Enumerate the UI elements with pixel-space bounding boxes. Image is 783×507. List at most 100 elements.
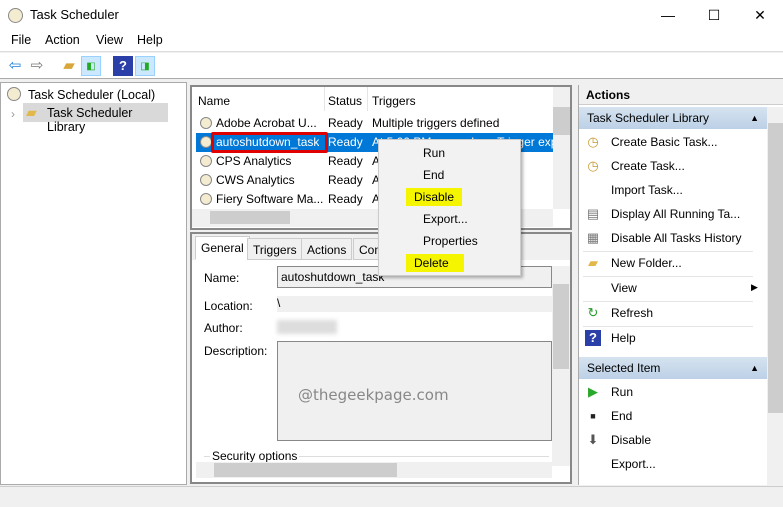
menu-action[interactable]: Action — [45, 33, 80, 47]
action-disable[interactable]: Disable — [611, 429, 651, 451]
tab-triggers[interactable]: Triggers — [247, 238, 303, 260]
section-selected-item[interactable]: Selected Item ▲ — [579, 357, 767, 379]
collapse-icon[interactable]: ▲ — [750, 107, 759, 129]
author-label: Author: — [204, 321, 243, 335]
task-name: Adobe Acrobat U... — [216, 116, 317, 130]
menu-help[interactable]: Help — [137, 33, 163, 47]
maximize-button[interactable]: ☐ — [691, 0, 737, 30]
action-export[interactable]: Export... — [611, 453, 656, 475]
clock-icon — [7, 87, 21, 101]
menu-view[interactable]: View — [96, 33, 123, 47]
expand-chevron-icon[interactable]: › — [11, 107, 15, 121]
actions-header: Actions — [579, 85, 783, 105]
horizontal-scrollbar[interactable] — [196, 462, 552, 478]
action-create-basic-task[interactable]: Create Basic Task... — [611, 131, 718, 153]
folder-clock-icon: ▰ — [26, 104, 37, 120]
context-delete[interactable]: Delete — [406, 254, 464, 272]
context-run[interactable]: Run — [415, 144, 453, 162]
section-task-scheduler-library[interactable]: Task Scheduler Library ▲ — [579, 107, 767, 129]
help-icon: ? — [585, 330, 601, 346]
vertical-scrollbar[interactable] — [767, 107, 783, 485]
task-status: Ready — [328, 116, 363, 130]
folder-icon: ▰ — [588, 255, 598, 270]
back-arrow-icon[interactable]: ⇦ — [5, 56, 25, 76]
action-end[interactable]: End — [611, 405, 632, 427]
task-clock-icon — [200, 117, 212, 129]
history-icon: ▦ — [586, 230, 600, 245]
running-tasks-icon: ▤ — [586, 206, 600, 221]
window-title: Task Scheduler — [30, 7, 119, 22]
divider — [583, 276, 753, 277]
column-status[interactable]: Status — [328, 94, 362, 108]
divider — [583, 326, 753, 327]
action-import-task[interactable]: Import Task... — [611, 179, 683, 201]
column-divider[interactable] — [324, 87, 325, 111]
column-triggers[interactable]: Triggers — [372, 94, 416, 108]
context-properties[interactable]: Properties — [415, 232, 486, 250]
description-field[interactable]: @thegeekpage.com — [277, 341, 552, 441]
description-label: Description: — [204, 344, 268, 358]
red-callout-box — [211, 132, 328, 153]
tree-item-library[interactable]: ▰ Task Scheduler Library — [23, 103, 168, 134]
tab-general[interactable]: General — [195, 236, 250, 260]
end-icon: ■ — [590, 411, 596, 421]
submenu-arrow-icon: ▶ — [751, 282, 758, 292]
action-view[interactable]: View — [611, 277, 637, 299]
section-title: Task Scheduler Library — [587, 111, 710, 125]
task-status: Ready — [328, 135, 363, 149]
task-status: Ready — [328, 173, 363, 187]
actions-title: Actions — [586, 88, 631, 102]
status-bar — [0, 486, 783, 507]
action-disable-history[interactable]: Disable All Tasks History — [611, 227, 742, 249]
create-basic-task-icon: ◷ — [587, 134, 599, 149]
menu-file[interactable]: File — [11, 33, 31, 47]
title-bar: Task Scheduler — ☐ ✕ — [0, 0, 783, 30]
action-create-task[interactable]: Create Task... — [611, 155, 685, 177]
task-name: CPS Analytics — [216, 154, 292, 168]
folder-up-icon[interactable]: ▰ — [59, 56, 79, 76]
help-icon[interactable]: ? — [113, 56, 133, 76]
vertical-scrollbar[interactable] — [552, 266, 570, 466]
table-row[interactable]: Adobe Acrobat U... Ready Multiple trigge… — [196, 114, 554, 133]
task-clock-icon — [200, 193, 212, 205]
context-end[interactable]: End — [415, 166, 452, 184]
context-export[interactable]: Export... — [415, 210, 476, 228]
show-hide-console-tree-icon[interactable]: ◧ — [81, 56, 101, 76]
scrollbar-thumb[interactable] — [210, 211, 290, 224]
scrollbar-thumb[interactable] — [553, 107, 570, 135]
task-status: Ready — [328, 154, 363, 168]
scrollbar-thumb[interactable] — [553, 284, 569, 369]
vertical-scrollbar[interactable] — [553, 87, 570, 209]
toolbar: ⇦ ⇨ ▰ ◧ ? ◨ — [0, 53, 783, 79]
create-task-icon: ◷ — [587, 158, 599, 173]
refresh-icon: ↻ — [587, 305, 599, 320]
forward-arrow-icon[interactable]: ⇨ — [27, 56, 47, 76]
action-help[interactable]: Help — [611, 327, 636, 349]
task-triggers: Multiple triggers defined — [372, 116, 500, 130]
column-name[interactable]: Name — [198, 94, 230, 108]
disable-arrow-icon: ⬇ — [587, 432, 599, 447]
context-disable[interactable]: Disable — [406, 188, 463, 206]
task-name: Fiery Software Ma... — [216, 192, 324, 206]
action-run[interactable]: Run — [611, 381, 633, 403]
minimize-button[interactable]: — — [645, 0, 691, 30]
tab-actions[interactable]: Actions — [301, 238, 353, 260]
scrollbar-thumb[interactable] — [768, 123, 783, 413]
action-refresh[interactable]: Refresh — [611, 302, 653, 324]
scrollbar-thumb[interactable] — [214, 463, 397, 477]
task-name: CWS Analytics — [216, 173, 295, 187]
close-button[interactable]: ✕ — [737, 0, 783, 30]
console-tree: Task Scheduler (Local) › ▰ Task Schedule… — [0, 82, 187, 485]
context-menu: Run End Disable Export... Properties Del… — [378, 139, 521, 276]
tree-root[interactable]: Task Scheduler (Local) — [28, 88, 155, 102]
show-hide-action-pane-icon[interactable]: ◨ — [135, 56, 155, 76]
task-clock-icon — [200, 174, 212, 186]
collapse-icon[interactable]: ▲ — [750, 357, 759, 379]
actions-pane: Actions Task Scheduler Library ▲ ◷ Create … — [578, 85, 783, 485]
location-label: Location: — [204, 299, 253, 313]
column-divider[interactable] — [367, 87, 368, 111]
run-icon: ▶ — [588, 384, 598, 399]
divider — [583, 301, 753, 302]
action-display-running[interactable]: Display All Running Ta... — [611, 203, 740, 225]
action-new-folder[interactable]: New Folder... — [611, 252, 682, 274]
